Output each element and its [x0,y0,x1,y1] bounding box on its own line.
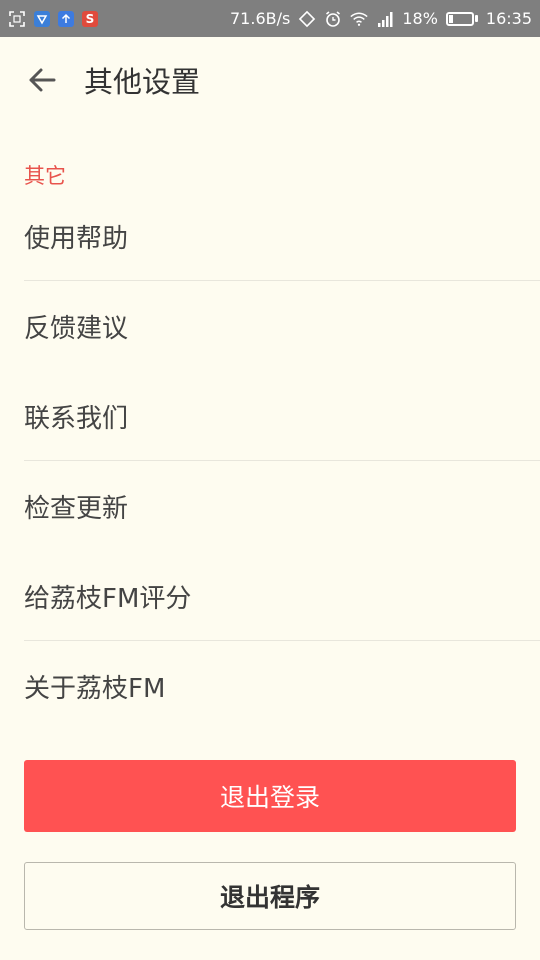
menu-item-label: 反馈建议 [24,313,129,344]
logout-button[interactable]: 退出登录 [24,760,516,832]
app-header: 其他设置 [0,37,540,123]
menu-item-label: 关于荔枝FM [24,673,166,704]
menu-item-rate-app[interactable]: 给荔枝FM评分 [24,551,540,641]
network-speed: 71.6B/s [230,9,291,28]
status-left-icons: S [8,10,98,28]
sogou-s-icon: S [82,10,98,27]
menu-item-contact-us[interactable]: 联系我们 [24,371,540,461]
rotation-lock-icon [298,10,316,28]
menu-item-label: 联系我们 [24,403,129,434]
menu-item-label: 检查更新 [24,493,129,524]
menu-item-label: 使用帮助 [24,223,129,254]
battery-icon [445,11,478,26]
alarm-clock-icon [324,10,342,28]
exit-app-button[interactable]: 退出程序 [24,862,516,930]
wifi-icon [350,10,368,28]
clock-time: 16:35 [485,9,532,28]
signal-icon [376,10,394,28]
menu-item-feedback[interactable]: 反馈建议 [24,281,540,371]
menu-item-help[interactable]: 使用帮助 [24,191,540,281]
menu-item-about[interactable]: 关于荔枝FM [24,641,540,731]
menu-item-check-update[interactable]: 检查更新 [24,461,540,551]
arrow-left-icon [29,68,56,92]
back-button[interactable] [20,58,64,102]
screenshot-icon [8,10,26,28]
status-right: 71.6B/s 18% 16:35 [230,9,532,28]
vpn-shield-icon [34,10,50,27]
page-title: 其他设置 [84,65,201,99]
battery-percent: 18% [402,9,438,28]
section-label: 其它 [24,164,66,188]
settings-menu-list: 使用帮助 反馈建议 联系我们 检查更新 给荔枝FM评分 关于荔枝FM [24,191,540,731]
status-bar: S 71.6B/s 18% 16:35 [0,0,540,37]
upload-icon [58,10,74,27]
menu-item-label: 给荔枝FM评分 [24,583,192,614]
